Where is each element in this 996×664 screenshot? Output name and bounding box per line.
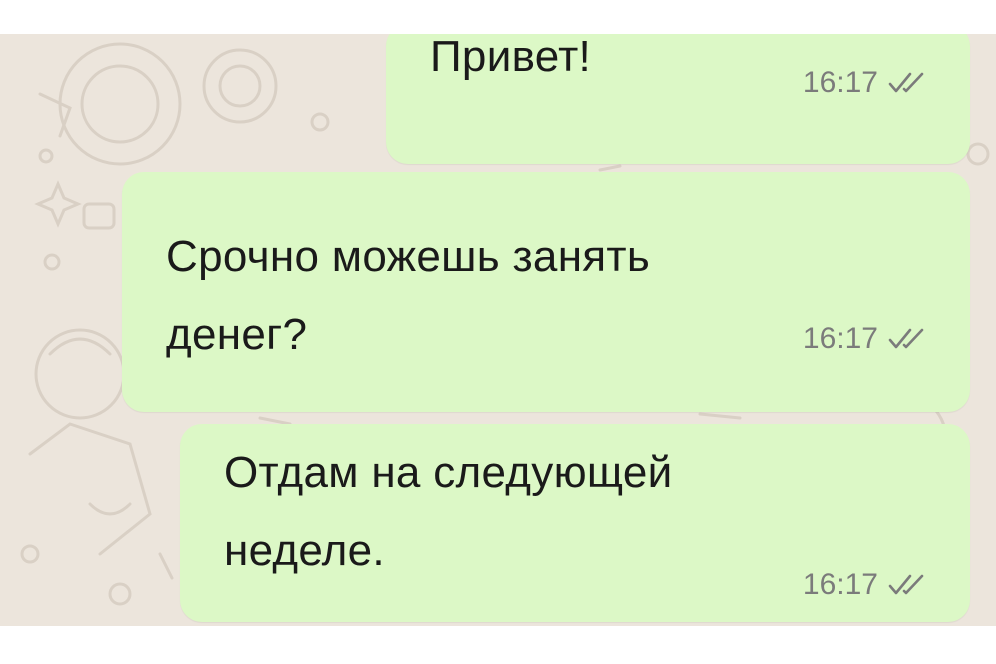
double-check-icon xyxy=(888,328,924,349)
message-time: 16:17 xyxy=(802,568,878,601)
double-check-icon xyxy=(888,574,924,595)
chat-area[interactable]: Привет! 16:17 Срочно можешь занять денег… xyxy=(0,34,996,626)
message-time: 16:17 xyxy=(802,66,878,99)
message-text: Привет! xyxy=(430,34,592,81)
message-bubble-outgoing[interactable]: Привет! 16:17 xyxy=(386,34,970,164)
message-bubble-outgoing[interactable]: Срочно можешь занять денег? 16:17 xyxy=(122,172,970,412)
message-bubble-outgoing[interactable]: Отдам на следующей неделе. 16:17 xyxy=(180,424,970,622)
double-check-icon xyxy=(888,72,924,93)
message-meta: 16:17 xyxy=(803,568,930,602)
message-meta: 16:17 xyxy=(803,322,930,356)
message-meta: 16:17 xyxy=(803,66,930,100)
message-text: Отдам на следующей неделе. xyxy=(224,448,673,575)
message-text: Срочно можешь занять денег? xyxy=(166,232,651,359)
message-time: 16:17 xyxy=(802,322,878,355)
